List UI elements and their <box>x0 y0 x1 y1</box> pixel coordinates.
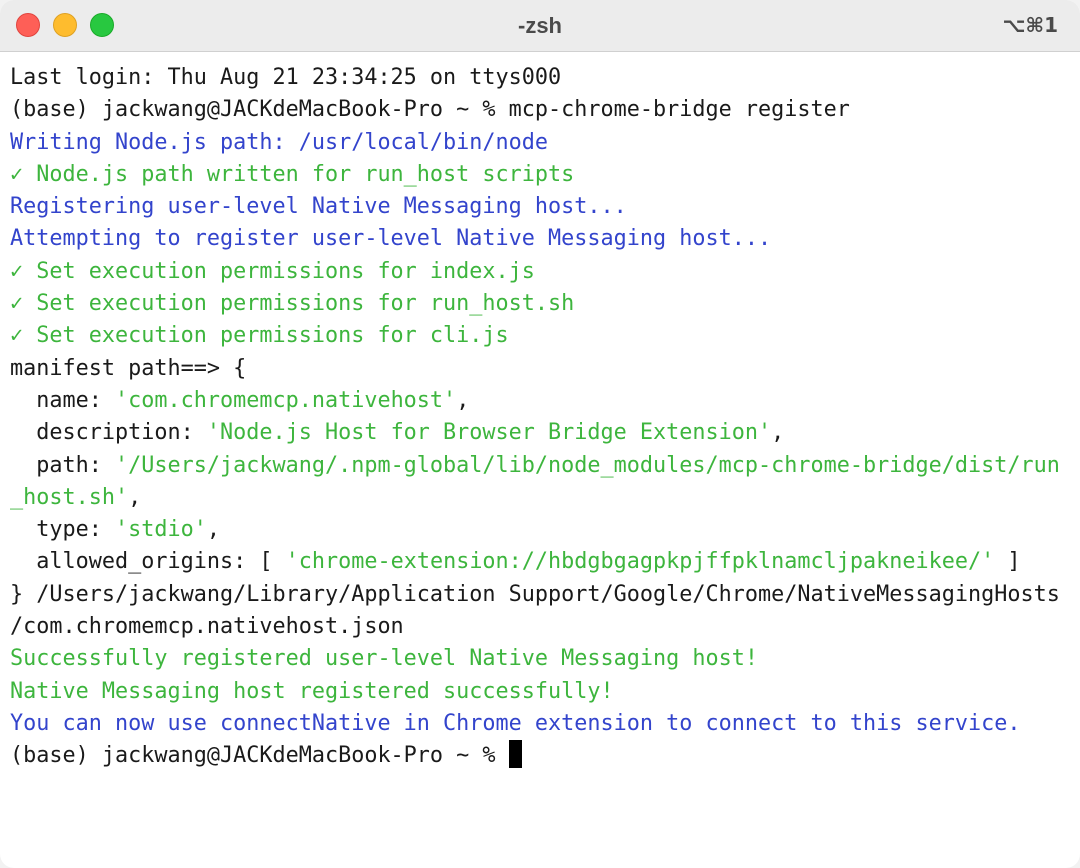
terminal-output[interactable]: Last login: Thu Aug 21 23:34:25 on ttys0… <box>0 52 1080 868</box>
terminal-line: name: 'com.chromemcp.nativehost', <box>10 387 470 413</box>
terminal-line: _host.sh', <box>10 484 142 510</box>
terminal-line: Successfully registered user-level Nativ… <box>10 646 759 672</box>
terminal-line: manifest path==> { <box>10 355 247 381</box>
terminal-line: allowed_origins: [ 'chrome-extension://h… <box>10 549 1021 575</box>
terminal-line: Registering user-level Native Messaging … <box>10 194 627 220</box>
terminal-line: Writing Node.js path: /usr/local/bin/nod… <box>10 129 549 155</box>
terminal-line: Last login: Thu Aug 21 23:34:25 on ttys0… <box>10 65 562 90</box>
text-cursor <box>508 740 522 769</box>
terminal-line: description: 'Node.js Host for Browser B… <box>10 420 785 446</box>
terminal-line: ✓ Set execution permissions for cli.js <box>10 323 509 349</box>
terminal-line: path: '/Users/jackwang/.npm-global/lib/n… <box>10 452 1060 478</box>
terminal-line: ✓ Set execution permissions for run_host… <box>10 291 575 317</box>
terminal-line: /com.chromemcp.nativehost.json <box>10 614 404 640</box>
terminal-line: Native Messaging host registered success… <box>10 678 614 704</box>
terminal-line: You can now use connectNative in Chrome … <box>10 710 1021 736</box>
terminal-line: (base) jackwang@JACKdeMacBook-Pro ~ % mc… <box>10 97 850 123</box>
terminal-line: } /Users/jackwang/Library/Application Su… <box>10 581 1060 607</box>
terminal-window: -zsh ⌥⌘1 Last login: Thu Aug 21 23:34:25… <box>0 0 1080 868</box>
window-title: -zsh <box>518 13 562 38</box>
window-shortcut: ⌥⌘1 <box>1002 13 1058 37</box>
terminal-line: Attempting to register user-level Native… <box>10 226 772 252</box>
terminal-prompt-line[interactable]: (base) jackwang@JACKdeMacBook-Pro ~ % <box>10 740 1080 772</box>
title-bar[interactable]: -zsh ⌥⌘1 <box>0 0 1080 52</box>
terminal-line: ✓ Set execution permissions for index.js <box>10 258 535 284</box>
terminal-line: type: 'stdio', <box>10 517 220 543</box>
terminal-line: ✓ Node.js path written for run_host scri… <box>10 161 575 187</box>
